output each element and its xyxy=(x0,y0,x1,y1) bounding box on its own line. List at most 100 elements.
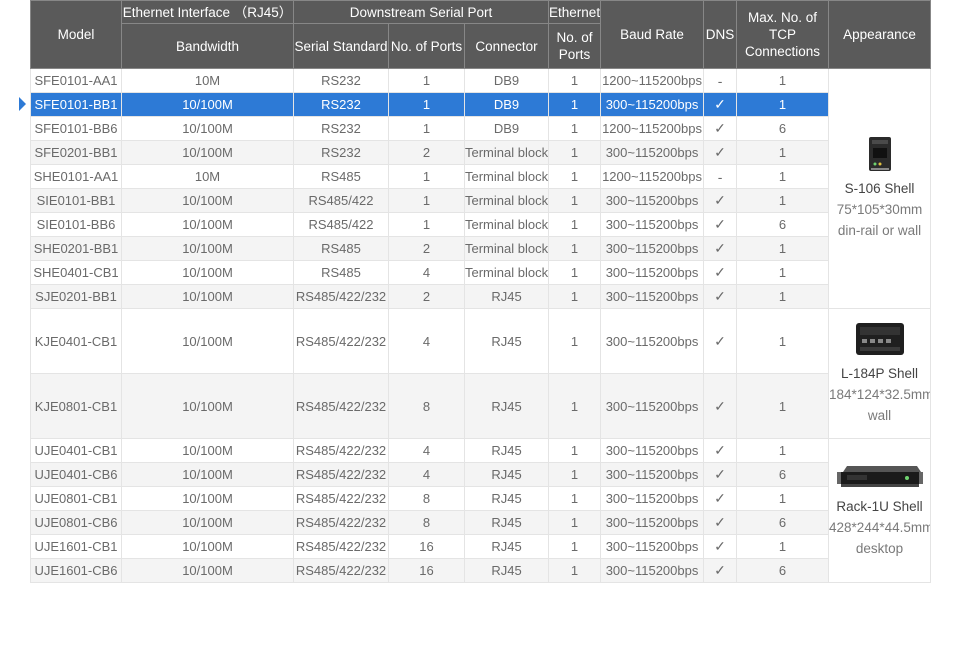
cell-max-tcp: 1 xyxy=(736,188,830,213)
cell-no-of-ports: 4 xyxy=(388,438,465,463)
cell-serial-standard: RS485/422/232 xyxy=(293,308,389,374)
cell-dns: ✓ xyxy=(703,438,738,463)
cell-connector: Terminal block xyxy=(463,140,550,165)
cell-ethernet-ports: 1 xyxy=(548,284,602,309)
cell-connector: RJ45 xyxy=(463,438,550,463)
cell-max-tcp: 1 xyxy=(736,284,830,309)
cell-connector: DB9 xyxy=(463,92,550,117)
header-max-tcp-connections[interactable]: Max. No. of TCP Connections xyxy=(736,0,830,69)
header-model[interactable]: Model xyxy=(30,0,122,69)
cell-baud-rate: 300~115200bps xyxy=(600,534,705,559)
table-row[interactable]: KJE0801-CB1 10/100M RS485/422/232 8 RJ45 1 300… xyxy=(30,373,931,439)
cell-max-tcp: 1 xyxy=(736,140,830,165)
header-baud-rate[interactable]: Baud Rate xyxy=(600,0,705,69)
cell-bandwidth: 10/100M xyxy=(121,284,294,309)
shell-name: Rack-1U Shell xyxy=(836,499,923,514)
rack-device-icon xyxy=(836,466,923,487)
cell-max-tcp: 6 xyxy=(736,116,830,141)
cell-model: KJE0401-CB1 xyxy=(30,308,122,374)
table-row[interactable]: SFE0101-BB6 10/100M RS232 1 DB9 1 1200~115200b… xyxy=(30,116,931,141)
cell-ethernet-ports: 1 xyxy=(548,236,602,261)
cell-bandwidth: 10M xyxy=(121,164,294,189)
cell-model: SIE0101-BB1 xyxy=(30,188,122,213)
cell-max-tcp: 6 xyxy=(736,462,830,487)
cell-max-tcp: 6 xyxy=(736,510,830,535)
cell-dns: ✓ xyxy=(703,373,738,439)
header-bandwidth[interactable]: Bandwidth xyxy=(121,23,294,69)
cell-model: SFE0101-BB6 xyxy=(30,116,122,141)
product-comparison-table: Model Ethernet Interface （RJ45） Downstre… xyxy=(30,0,932,583)
cell-dns: ✓ xyxy=(703,260,738,285)
table-row[interactable]: SHE0401-CB1 10/100M RS485 4 Terminal block 1 3… xyxy=(30,260,931,285)
cell-dns: ✓ xyxy=(703,486,738,511)
header-ethernet-no-of-ports[interactable]: No. of Ports xyxy=(548,23,602,69)
cell-bandwidth: 10/100M xyxy=(121,92,294,117)
cell-connector: DB9 xyxy=(463,68,550,93)
cell-max-tcp: 6 xyxy=(736,212,830,237)
table-row[interactable]: SFE0101-AA1 10M RS232 1 DB9 1 1200~115200bps -1… xyxy=(30,68,932,309)
cell-model: SHE0101-AA1 xyxy=(30,164,122,189)
cell-baud-rate: 300~115200bps xyxy=(600,284,705,309)
cell-connector: RJ45 xyxy=(463,534,550,559)
shell-name: L-184P Shell xyxy=(841,366,919,381)
cell-bandwidth: 10/100M xyxy=(121,462,294,487)
cell-max-tcp: 1 xyxy=(736,260,830,285)
shell-dimensions: 428*244*44.5mm xyxy=(829,520,931,535)
table-row[interactable]: UJE0401-CB1 10/100M RS485/422/232 4 RJ45 1 300… xyxy=(30,438,932,583)
cell-dns: ✓ xyxy=(703,236,738,261)
cell-baud-rate: 300~115200bps xyxy=(600,486,705,511)
cell-baud-rate: 300~115200bps xyxy=(600,308,705,374)
cell-baud-rate: 300~115200bps xyxy=(600,510,705,535)
cell-ethernet-ports: 1 xyxy=(548,164,602,189)
cell-max-tcp: 1 xyxy=(736,486,830,511)
cell-max-tcp: 1 xyxy=(736,92,830,117)
table-row[interactable]: UJE0801-CB1 10/100M RS485/422/232 8 RJ45 1 300… xyxy=(30,486,931,511)
cell-connector: Terminal block xyxy=(463,212,550,237)
table-row[interactable]: SHE0101-AA1 10M RS485 1 Terminal block 1 1200~… xyxy=(30,164,931,189)
table-row[interactable]: UJE1601-CB1 10/100M RS485/422/232 16 RJ45 1 30… xyxy=(30,534,931,559)
cell-connector: RJ45 xyxy=(463,462,550,487)
cell-serial-standard: RS485 xyxy=(293,236,389,261)
table-row[interactable]: SFE0101-BB1 10/100M RS232 1 DB9 1 300~115200bp… xyxy=(30,92,931,117)
header-ethernet: Ethernet xyxy=(548,0,602,24)
table-row[interactable]: SIE0101-BB6 10/100M RS485/422 1 Terminal blo… xyxy=(30,212,931,237)
cell-bandwidth: 10/100M xyxy=(121,236,294,261)
cell-serial-standard: RS232 xyxy=(293,92,389,117)
cell-bandwidth: 10/100M xyxy=(121,188,294,213)
table-row[interactable]: SHE0201-BB1 10/100M RS485 2 Terminal block 1 3… xyxy=(30,236,931,261)
header-connector[interactable]: Connector xyxy=(463,23,550,69)
cell-baud-rate: 1200~115200bps xyxy=(600,116,705,141)
cell-connector: Terminal block xyxy=(463,236,550,261)
cell-model: UJE0401-CB1 xyxy=(30,438,122,463)
cell-model: SFE0201-BB1 xyxy=(30,140,122,165)
cell-bandwidth: 10/100M xyxy=(121,373,294,439)
table-row[interactable]: SFE0201-BB1 10/100M RS232 2 Terminal block 1 3… xyxy=(30,140,931,165)
table-row[interactable]: SJE0201-BB1 10/100M RS485/422/232 2 RJ45 1 300… xyxy=(30,284,931,309)
cell-model: SHE0401-CB1 xyxy=(30,260,122,285)
cell-no-of-ports: 1 xyxy=(388,116,465,141)
table-row[interactable]: UJE0401-CB6 10/100M RS485/422/232 4 RJ45 1 300… xyxy=(30,462,931,487)
cell-dns: ✓ xyxy=(703,140,738,165)
cell-bandwidth: 10/100M xyxy=(121,116,294,141)
header-serial-standard[interactable]: Serial Standard xyxy=(293,23,389,69)
table-row[interactable]: UJE1601-CB6 10/100M RS485/422/232 16 RJ45 1 30… xyxy=(30,558,931,583)
cell-max-tcp: 1 xyxy=(736,438,830,463)
table-row[interactable]: KJE0401-CB1 10/100M RS485/422/232 4 RJ45 1 300… xyxy=(30,308,932,439)
cell-serial-standard: RS485/422/232 xyxy=(293,438,389,463)
cell-no-of-ports: 2 xyxy=(388,236,465,261)
cell-ethernet-ports: 1 xyxy=(548,308,602,374)
header-appearance[interactable]: Appearance xyxy=(828,0,932,69)
header-dns[interactable]: DNS xyxy=(703,0,738,69)
table-row[interactable]: UJE0801-CB6 10/100M RS485/422/232 8 RJ45 1 300… xyxy=(30,510,931,535)
header-no-of-ports[interactable]: No. of Ports xyxy=(388,23,465,69)
cell-dns: - xyxy=(703,68,738,93)
cell-max-tcp: 1 xyxy=(736,236,830,261)
header-ethernet-interface: Ethernet Interface （RJ45） xyxy=(121,0,294,24)
cell-connector: RJ45 xyxy=(463,308,550,374)
cell-no-of-ports: 1 xyxy=(388,92,465,117)
table-row[interactable]: SIE0101-BB1 10/100M RS485/422 1 Terminal blo… xyxy=(30,188,931,213)
cell-max-tcp: 1 xyxy=(736,164,830,189)
cell-connector: Terminal block xyxy=(463,164,550,189)
cell-bandwidth: 10/100M xyxy=(121,140,294,165)
cell-connector: Terminal block xyxy=(463,188,550,213)
